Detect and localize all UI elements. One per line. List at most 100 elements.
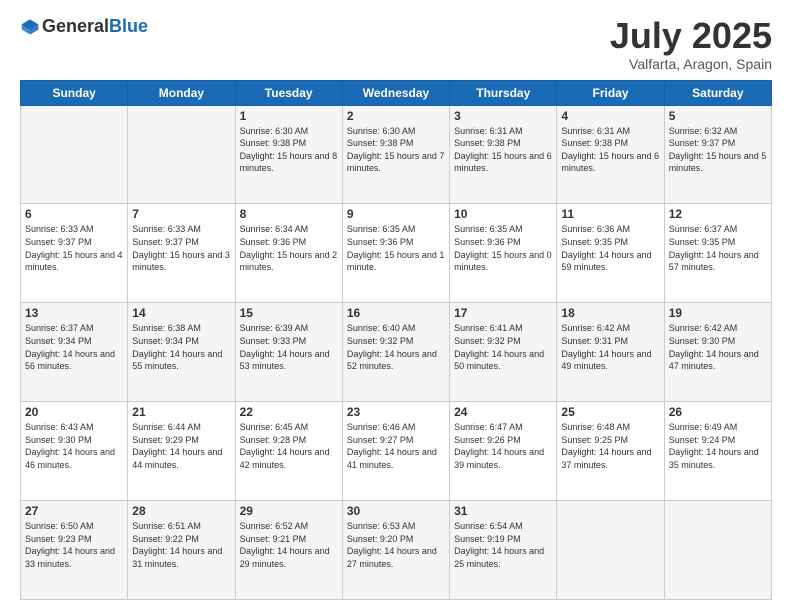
logo: GeneralBlue [20, 16, 148, 37]
day-info: Sunrise: 6:45 AM Sunset: 9:28 PM Dayligh… [240, 421, 338, 471]
day-info: Sunrise: 6:51 AM Sunset: 9:22 PM Dayligh… [132, 520, 230, 570]
calendar-week-3: 13 Sunrise: 6:37 AM Sunset: 9:34 PM Dayli… [21, 303, 772, 402]
day-number: 28 [132, 504, 230, 518]
day-number: 1 [240, 109, 338, 123]
day-info: Sunrise: 6:49 AM Sunset: 9:24 PM Dayligh… [669, 421, 767, 471]
day-number: 27 [25, 504, 123, 518]
day-header-tuesday: Tuesday [235, 80, 342, 105]
day-info: Sunrise: 6:46 AM Sunset: 9:27 PM Dayligh… [347, 421, 445, 471]
day-number: 11 [561, 207, 659, 221]
day-info: Sunrise: 6:41 AM Sunset: 9:32 PM Dayligh… [454, 322, 552, 372]
calendar-cell [664, 501, 771, 600]
day-header-friday: Friday [557, 80, 664, 105]
day-info: Sunrise: 6:37 AM Sunset: 9:35 PM Dayligh… [669, 223, 767, 273]
day-info: Sunrise: 6:40 AM Sunset: 9:32 PM Dayligh… [347, 322, 445, 372]
calendar-week-5: 27Sunrise: 6:50 AM Sunset: 9:23 PM Dayli… [21, 501, 772, 600]
calendar-cell: 11 Sunrise: 6:36 AM Sunset: 9:35 PM Dayli… [557, 204, 664, 303]
day-header-sunday: Sunday [21, 80, 128, 105]
day-number: 21 [132, 405, 230, 419]
calendar-week-2: 6Sunrise: 6:33 AM Sunset: 9:37 PM Daylig… [21, 204, 772, 303]
day-info: Sunrise: 6:42 AM Sunset: 9:30 PM Dayligh… [669, 322, 767, 372]
calendar-cell: 20 Sunrise: 6:43 AM Sunset: 9:30 PM Dayli… [21, 402, 128, 501]
day-number: 26 [669, 405, 767, 419]
day-header-wednesday: Wednesday [342, 80, 449, 105]
calendar-cell: 19Sunrise: 6:42 AM Sunset: 9:30 PM Dayli… [664, 303, 771, 402]
day-info: Sunrise: 6:53 AM Sunset: 9:20 PM Dayligh… [347, 520, 445, 570]
day-number: 10 [454, 207, 552, 221]
calendar-cell: 25Sunrise: 6:48 AM Sunset: 9:25 PM Dayli… [557, 402, 664, 501]
calendar-cell: 8Sunrise: 6:34 AM Sunset: 9:36 PM Daylig… [235, 204, 342, 303]
day-info: Sunrise: 6:31 AM Sunset: 9:38 PM Dayligh… [561, 125, 659, 175]
logo-blue: Blue [109, 16, 148, 36]
day-info: Sunrise: 6:34 AM Sunset: 9:36 PM Dayligh… [240, 223, 338, 273]
day-info: Sunrise: 6:33 AM Sunset: 9:37 PM Dayligh… [132, 223, 230, 273]
day-info: Sunrise: 6:36 AM Sunset: 9:35 PM Dayligh… [561, 223, 659, 273]
day-number: 31 [454, 504, 552, 518]
day-header-thursday: Thursday [450, 80, 557, 105]
day-number: 7 [132, 207, 230, 221]
day-number: 18 [561, 306, 659, 320]
day-header-saturday: Saturday [664, 80, 771, 105]
day-number: 25 [561, 405, 659, 419]
day-number: 23 [347, 405, 445, 419]
calendar-cell: 22 Sunrise: 6:45 AM Sunset: 9:28 PM Dayli… [235, 402, 342, 501]
day-number: 15 [240, 306, 338, 320]
day-header-monday: Monday [128, 80, 235, 105]
calendar-cell: 3Sunrise: 6:31 AM Sunset: 9:38 PM Daylig… [450, 105, 557, 204]
calendar-cell: 21 Sunrise: 6:44 AM Sunset: 9:29 PM Dayli… [128, 402, 235, 501]
day-info: Sunrise: 6:42 AM Sunset: 9:31 PM Dayligh… [561, 322, 659, 372]
calendar-cell [128, 105, 235, 204]
calendar-table: SundayMondayTuesdayWednesdayThursdayFrid… [20, 80, 772, 600]
day-number: 24 [454, 405, 552, 419]
calendar-cell: 26 Sunrise: 6:49 AM Sunset: 9:24 PM Dayli… [664, 402, 771, 501]
logo-text: GeneralBlue [42, 16, 148, 37]
calendar-cell: 7 Sunrise: 6:33 AM Sunset: 9:37 PM Daylig… [128, 204, 235, 303]
page: GeneralBlue July 2025 Valfarta, Aragon, … [0, 0, 792, 612]
day-info: Sunrise: 6:44 AM Sunset: 9:29 PM Dayligh… [132, 421, 230, 471]
day-number: 16 [347, 306, 445, 320]
day-info: Sunrise: 6:43 AM Sunset: 9:30 PM Dayligh… [25, 421, 123, 471]
day-info: Sunrise: 6:38 AM Sunset: 9:34 PM Dayligh… [132, 322, 230, 372]
calendar-cell [21, 105, 128, 204]
day-number: 4 [561, 109, 659, 123]
day-info: Sunrise: 6:31 AM Sunset: 9:38 PM Dayligh… [454, 125, 552, 175]
day-info: Sunrise: 6:35 AM Sunset: 9:36 PM Dayligh… [454, 223, 552, 273]
day-number: 2 [347, 109, 445, 123]
calendar-cell: 4 Sunrise: 6:31 AM Sunset: 9:38 PM Daylig… [557, 105, 664, 204]
calendar-cell: 1Sunrise: 6:30 AM Sunset: 9:38 PM Daylig… [235, 105, 342, 204]
calendar-cell: 6Sunrise: 6:33 AM Sunset: 9:37 PM Daylig… [21, 204, 128, 303]
day-info: Sunrise: 6:47 AM Sunset: 9:26 PM Dayligh… [454, 421, 552, 471]
day-number: 20 [25, 405, 123, 419]
location: Valfarta, Aragon, Spain [610, 56, 772, 72]
calendar-cell: 31 Sunrise: 6:54 AM Sunset: 9:19 PM Dayli… [450, 501, 557, 600]
calendar-cell: 9Sunrise: 6:35 AM Sunset: 9:36 PM Daylig… [342, 204, 449, 303]
day-number: 22 [240, 405, 338, 419]
title-area: July 2025 Valfarta, Aragon, Spain [610, 16, 772, 72]
day-info: Sunrise: 6:52 AM Sunset: 9:21 PM Dayligh… [240, 520, 338, 570]
calendar-cell: 17 Sunrise: 6:41 AM Sunset: 9:32 PM Dayli… [450, 303, 557, 402]
day-number: 13 [25, 306, 123, 320]
calendar-cell: 29Sunrise: 6:52 AM Sunset: 9:21 PM Dayli… [235, 501, 342, 600]
day-info: Sunrise: 6:37 AM Sunset: 9:34 PM Dayligh… [25, 322, 123, 372]
calendar-header-row: SundayMondayTuesdayWednesdayThursdayFrid… [21, 80, 772, 105]
calendar-week-4: 20 Sunrise: 6:43 AM Sunset: 9:30 PM Dayli… [21, 402, 772, 501]
calendar-cell: 14Sunrise: 6:38 AM Sunset: 9:34 PM Dayli… [128, 303, 235, 402]
calendar-cell: 23 Sunrise: 6:46 AM Sunset: 9:27 PM Dayli… [342, 402, 449, 501]
day-info: Sunrise: 6:35 AM Sunset: 9:36 PM Dayligh… [347, 223, 445, 273]
calendar-cell: 13 Sunrise: 6:37 AM Sunset: 9:34 PM Dayli… [21, 303, 128, 402]
day-number: 17 [454, 306, 552, 320]
calendar-cell: 28 Sunrise: 6:51 AM Sunset: 9:22 PM Dayli… [128, 501, 235, 600]
day-number: 12 [669, 207, 767, 221]
day-info: Sunrise: 6:54 AM Sunset: 9:19 PM Dayligh… [454, 520, 552, 570]
calendar-cell: 24 Sunrise: 6:47 AM Sunset: 9:26 PM Dayli… [450, 402, 557, 501]
header: GeneralBlue July 2025 Valfarta, Aragon, … [20, 16, 772, 72]
day-info: Sunrise: 6:32 AM Sunset: 9:37 PM Dayligh… [669, 125, 767, 175]
month-title: July 2025 [610, 16, 772, 56]
logo-icon [20, 17, 40, 37]
calendar-cell [557, 501, 664, 600]
calendar-week-1: 1Sunrise: 6:30 AM Sunset: 9:38 PM Daylig… [21, 105, 772, 204]
day-number: 5 [669, 109, 767, 123]
calendar-cell: 12 Sunrise: 6:37 AM Sunset: 9:35 PM Dayli… [664, 204, 771, 303]
day-number: 30 [347, 504, 445, 518]
calendar-cell: 10 Sunrise: 6:35 AM Sunset: 9:36 PM Dayli… [450, 204, 557, 303]
